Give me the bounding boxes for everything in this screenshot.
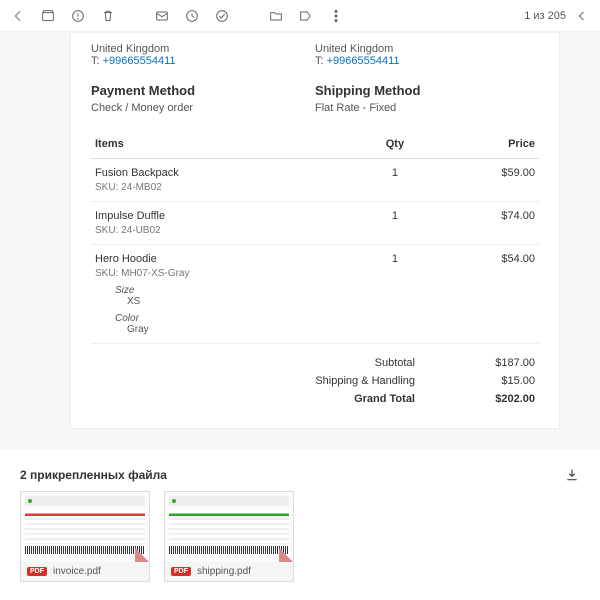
item-name: Fusion Backpack: [95, 167, 356, 179]
col-items: Items: [91, 130, 360, 159]
pdf-badge-icon: PDF: [27, 567, 47, 576]
table-row: Fusion BackpackSKU: 24-MB021$59.00: [91, 159, 539, 202]
download-all-icon[interactable]: [564, 467, 580, 483]
shipping-value: Flat Rate - Fixed: [315, 102, 539, 114]
attachment-preview: [165, 492, 293, 562]
attachment-filename: shipping.pdf: [197, 566, 251, 577]
table-row: Impulse DuffleSKU: 24-UB021$74.00: [91, 202, 539, 245]
labels-icon[interactable]: [298, 8, 314, 24]
totals: Subtotal$187.00 Shipping & Handling$15.0…: [91, 354, 539, 408]
attachments-heading: 2 прикрепленных файла: [20, 468, 564, 482]
attachment-filename: invoice.pdf: [53, 566, 101, 577]
payment-value: Check / Money order: [91, 102, 315, 114]
mark-unread-icon[interactable]: [154, 8, 170, 24]
item-sku: SKU: 24-UB02: [95, 225, 356, 236]
order-card: United Kingdom T: +99665554411 United Ki…: [70, 32, 560, 429]
shipping-heading: Shipping Method: [315, 83, 539, 98]
item-sku: SKU: 24-MB02: [95, 182, 356, 193]
message-counter: 1 из 205: [524, 10, 566, 22]
archive-icon[interactable]: [40, 8, 56, 24]
shipping-phone[interactable]: +99665554411: [327, 55, 400, 67]
item-name: Impulse Duffle: [95, 210, 356, 222]
billing-phone[interactable]: +99665554411: [103, 55, 176, 67]
attachment[interactable]: PDF invoice.pdf: [20, 491, 150, 582]
spam-icon[interactable]: [70, 8, 86, 24]
delete-icon[interactable]: [100, 8, 116, 24]
payment-heading: Payment Method: [91, 83, 315, 98]
snooze-icon[interactable]: [184, 8, 200, 24]
item-sku: SKU: MH07-XS-Gray: [95, 268, 356, 279]
prev-icon[interactable]: [574, 8, 590, 24]
col-price: Price: [430, 130, 540, 159]
pdf-badge-icon: PDF: [171, 567, 191, 576]
col-qty: Qty: [360, 130, 429, 159]
attachment-preview: [21, 492, 149, 562]
item-name: Hero Hoodie: [95, 253, 356, 265]
shipping-country: United Kingdom: [315, 43, 539, 55]
back-icon[interactable]: [10, 8, 26, 24]
table-row: Hero HoodieSKU: MH07-XS-GraySizeXSColorG…: [91, 245, 539, 344]
items-table: Items Qty Price Fusion Backpack SKU: 24-M…: [91, 130, 539, 344]
billing-country: United Kingdom: [91, 43, 315, 55]
attachment[interactable]: PDF shipping.pdf: [164, 491, 294, 582]
more-icon[interactable]: [328, 8, 344, 24]
task-icon[interactable]: [214, 8, 230, 24]
move-icon[interactable]: [268, 8, 284, 24]
toolbar: 1 из 205: [0, 0, 600, 32]
